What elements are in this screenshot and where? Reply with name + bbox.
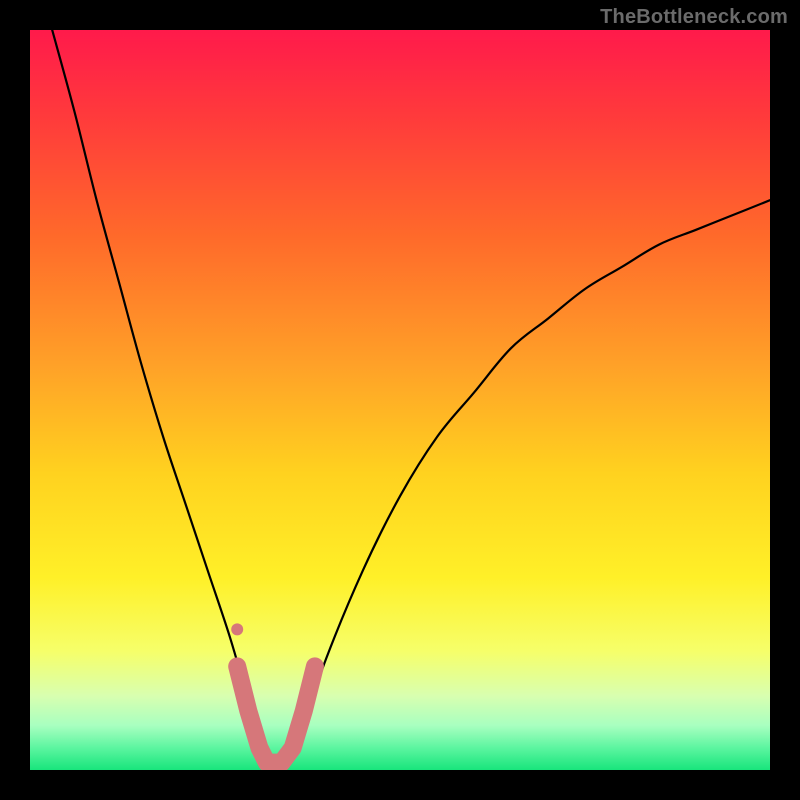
optimal-range-outlier-dot: [231, 623, 243, 635]
watermark-text: TheBottleneck.com: [600, 6, 788, 29]
chart-frame: TheBottleneck.com: [0, 0, 800, 800]
plot-area: [30, 30, 770, 770]
gradient-background: [30, 30, 770, 770]
bottleneck-chart: [30, 30, 770, 770]
